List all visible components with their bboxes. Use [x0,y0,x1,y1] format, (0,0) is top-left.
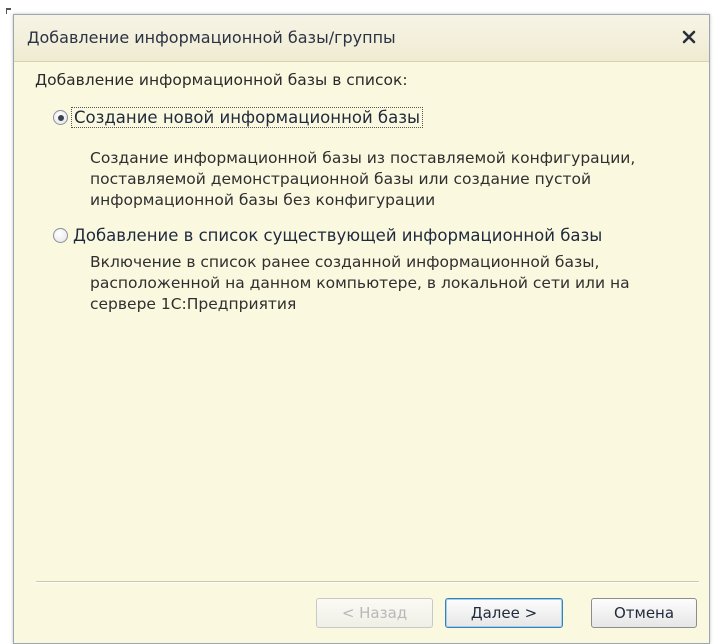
radio-selected-dot [57,114,64,121]
add-infobase-dialog: Добавление информационной базы/группы До… [13,14,710,644]
close-icon [682,30,696,44]
close-button[interactable] [677,25,701,49]
dialog-titlebar[interactable]: Добавление информационной базы/группы [14,15,709,62]
screen-corner-artifact [6,8,11,14]
option-add-existing-infobase-label[interactable]: Добавление в список существующей информа… [71,226,604,245]
option-create-new-infobase-description: Создание информационной базы из поставля… [90,148,710,211]
section-label: Добавление информационной базы в список: [35,71,408,89]
back-button[interactable]: < Назад [316,598,433,628]
option-add-existing-infobase-description: Включение в список ранее созданной инфор… [90,252,710,315]
description-line: информационной базы без конфигурации [90,191,436,209]
cancel-button[interactable]: Отмена [591,598,697,628]
radio-add-existing-infobase[interactable] [53,228,68,243]
next-button[interactable]: Далее > [445,598,563,628]
radio-create-new-infobase[interactable] [53,110,68,125]
description-line: поставляемой демонстрационной базы или с… [90,170,592,188]
description-line: сервере 1С:Предприятия [90,295,297,313]
dialog-title: Добавление информационной базы/группы [27,28,396,47]
description-line: Создание информационной базы из поставля… [90,149,636,167]
footer-separator [36,581,699,583]
option-add-existing-infobase[interactable]: Добавление в список существующей информа… [53,226,604,245]
description-line: Включение в список ранее созданной инфор… [90,253,600,271]
option-create-new-infobase[interactable]: Создание новой информационной базы [53,107,424,128]
description-line: расположенной на данном компьютере, в ло… [90,274,630,292]
option-create-new-infobase-label[interactable]: Создание новой информационной базы [71,107,424,128]
